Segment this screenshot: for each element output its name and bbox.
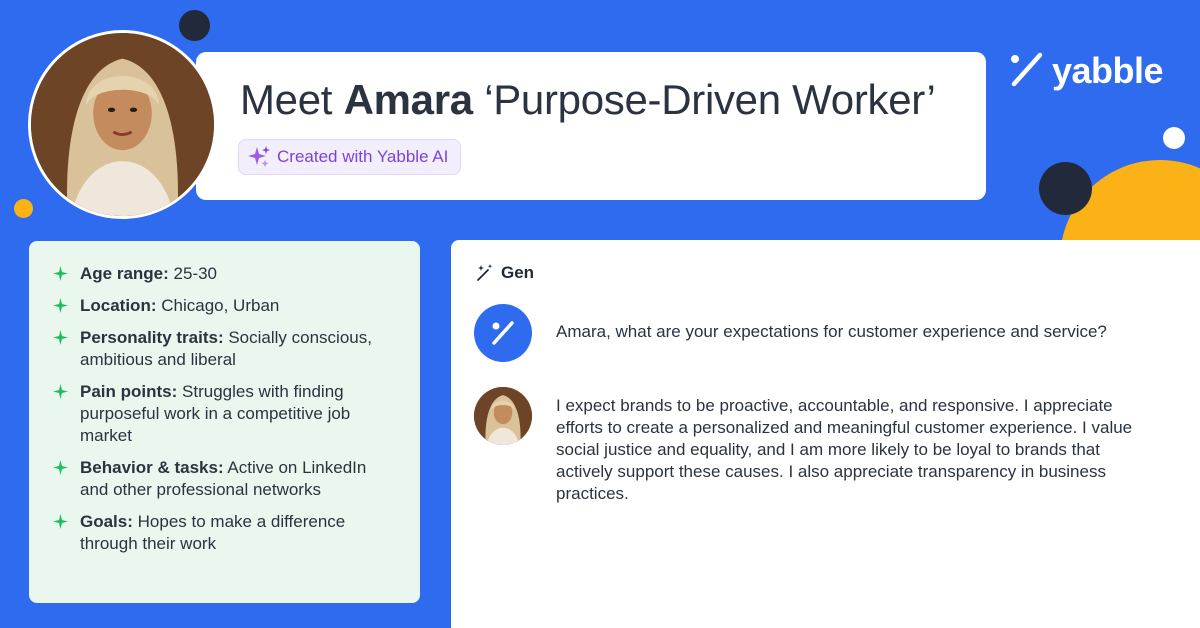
green-star-icon (53, 384, 68, 399)
green-star-icon (53, 514, 68, 529)
chat-question: Amara, what are your expectations for cu… (556, 322, 1107, 341)
green-star-icon (53, 460, 68, 475)
attribute-label: Pain points: (80, 382, 178, 401)
percent-slash-icon (492, 321, 514, 345)
persona-name: Amara (343, 76, 474, 123)
attribute-value: Chicago, Urban (161, 296, 280, 315)
decorative-white-dot (1163, 127, 1185, 149)
attribute-value: 25-30 (173, 264, 218, 283)
chat-answer: I expect brands to be proactive, account… (556, 396, 1133, 503)
attribute-label: Location: (80, 296, 157, 315)
attribute-goals: Goals: Hopes to make a difference throug… (53, 511, 396, 555)
attribute-pain-points: Pain points: Struggles with finding purp… (53, 381, 396, 447)
sparkle-icon (248, 146, 270, 167)
decorative-yellow-dot (14, 199, 33, 218)
magic-wand-icon (477, 264, 493, 281)
attribute-label: Goals: (80, 512, 133, 531)
persona-avatar-small (474, 387, 532, 445)
persona-portrait-icon (474, 387, 532, 445)
title-prefix: Meet (240, 76, 333, 123)
attribute-label: Behavior & tasks: (80, 458, 224, 477)
decorative-dark-circle (1039, 162, 1092, 215)
attribute-label: Age range: (80, 264, 169, 283)
attribute-behavior-tasks: Behavior & tasks: Active on LinkedIn and… (53, 457, 396, 501)
page-title: Meet Amara ‘Purpose-Driven Worker’ (240, 76, 936, 124)
badge-label: Created with Yabble AI (277, 147, 449, 166)
persona-avatar (28, 30, 217, 219)
created-with-ai-badge: Created with Yabble AI (238, 139, 462, 175)
percent-slash-icon (1011, 52, 1043, 87)
attribute-age-range: Age range: 25-30 (53, 263, 396, 285)
green-star-icon (53, 330, 68, 345)
header-card (196, 52, 986, 200)
green-star-icon (53, 266, 68, 281)
logo-text: yabble (1052, 50, 1164, 91)
attribute-label: Personality traits: (80, 328, 224, 347)
persona-archetype: ‘Purpose-Driven Worker’ (484, 76, 936, 123)
persona-attributes-card: Age range: 25-30 Location: Chicago, Urba… (29, 241, 420, 603)
attribute-location: Location: Chicago, Urban (53, 295, 396, 317)
yabble-bot-avatar (474, 304, 532, 362)
green-star-icon (53, 298, 68, 313)
decorative-dark-dot (179, 10, 210, 41)
gen-section-header: Gen (475, 263, 534, 283)
yabble-logo: yabble (1008, 50, 1164, 92)
attribute-personality-traits: Personality traits: Socially conscious, … (53, 327, 396, 371)
gen-label: Gen (501, 263, 535, 282)
persona-portrait-icon (31, 33, 214, 216)
